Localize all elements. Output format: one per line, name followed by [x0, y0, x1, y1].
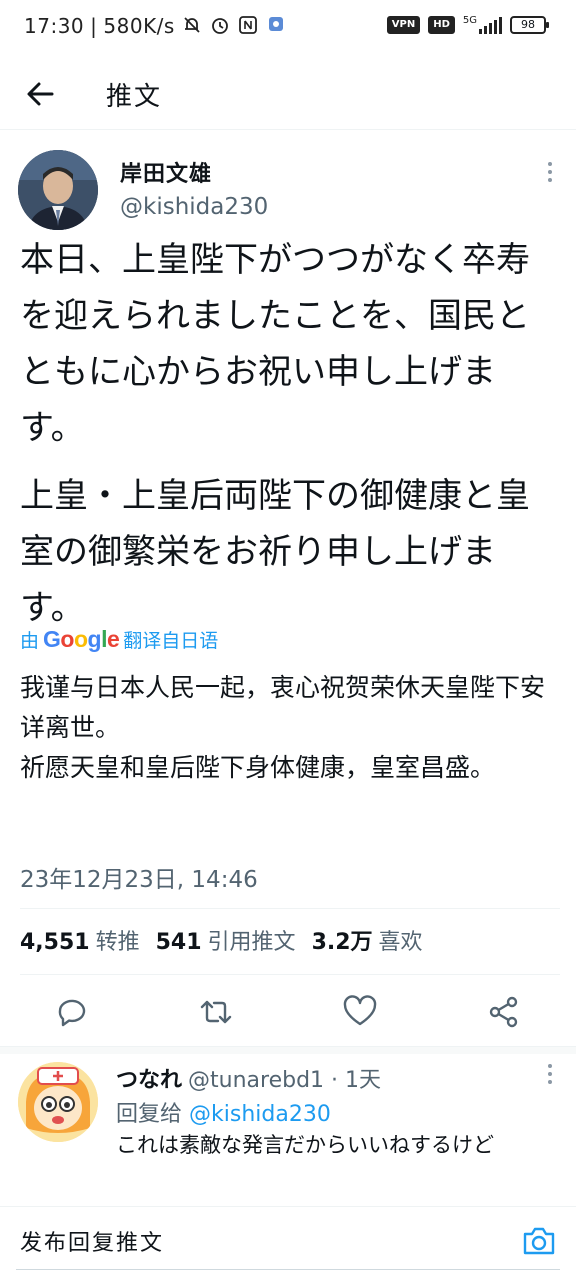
signal-icon: [479, 16, 502, 34]
battery-icon: 98: [510, 16, 549, 34]
quotes-label: 引用推文: [207, 930, 296, 955]
more-options-icon[interactable]: [546, 162, 554, 186]
divider: [20, 974, 560, 975]
tweet-actions: [0, 988, 576, 1036]
back-arrow-icon[interactable]: [22, 76, 62, 112]
reply-author-name[interactable]: つなれ: [116, 1068, 182, 1093]
translate-prefix: 由: [20, 630, 40, 652]
replying-to: 回复给 @kishida230: [116, 1096, 331, 1128]
google-logo: Google: [43, 626, 120, 652]
reply-author-handle[interactable]: @tunarebd1: [188, 1068, 324, 1093]
status-left: 17:30 | 580K/s: [24, 14, 287, 38]
battery-level: 98: [521, 18, 535, 31]
like-heart-icon[interactable]: [342, 994, 378, 1030]
retweet-icon[interactable]: [198, 994, 234, 1030]
reply-input[interactable]: 发布回复推文: [20, 1225, 164, 1257]
engagement-stats: 4,551 转推 541 引用推文 3.2万 喜欢: [20, 924, 423, 956]
retweets-label: 转推: [95, 930, 140, 955]
network-speed: 580K/s: [103, 14, 175, 38]
top-bar: 推文: [0, 56, 576, 130]
likes-label: 喜欢: [378, 930, 423, 955]
thread-separator: [0, 1046, 576, 1054]
share-icon[interactable]: [486, 994, 522, 1030]
retweets-count: 4,551: [20, 930, 90, 955]
author-name[interactable]: 岸田文雄: [120, 156, 212, 188]
tweet-paragraph: 上皇・上皇后両陛下の御健康と皇室の御繁栄をお祈り申し上げます。: [20, 476, 530, 628]
reply-compose-bar: 发布回复推文: [0, 1206, 576, 1280]
vpn-badge: VPN: [386, 16, 421, 34]
reply-header: つなれ @tunarebd1 · 1天: [116, 1062, 381, 1094]
replying-to-handle[interactable]: @kishida230: [189, 1102, 331, 1127]
author-handle[interactable]: @kishida230: [120, 194, 268, 220]
author-avatar[interactable]: [18, 150, 98, 230]
reply-more-options-icon[interactable]: [546, 1064, 554, 1088]
reply-icon[interactable]: [54, 994, 90, 1030]
likes-count: 3.2万: [311, 930, 373, 955]
hd-badge: HD: [428, 16, 455, 34]
mute-icon: [181, 15, 203, 37]
network-type: 5G: [462, 14, 477, 26]
tweet-timestamp[interactable]: 23年12月23日, 14:46: [20, 860, 258, 894]
reply-text: これは素敵な発言だからいいねするけど: [116, 1133, 494, 1157]
translation-paragraph: 我谨与日本人民一起，衷心祝贺荣休天皇陛下安详离世。: [20, 673, 546, 742]
likes-stat[interactable]: 3.2万 喜欢: [312, 924, 423, 956]
reply-avatar[interactable]: [18, 1062, 98, 1142]
reply-time: · 1天: [331, 1068, 382, 1093]
translate-attribution[interactable]: 由 Google 翻译自日语: [20, 626, 218, 653]
input-underline: [16, 1269, 560, 1270]
quotes-count: 541: [155, 930, 202, 955]
page-title: 推文: [106, 82, 163, 112]
replying-to-label: 回复给: [116, 1102, 183, 1127]
status-right: VPN HD 5G 98: [386, 14, 549, 34]
clock: 17:30: [24, 14, 85, 38]
status-separator: |: [90, 14, 98, 38]
quotes-stat[interactable]: 541 引用推文: [156, 924, 296, 956]
translated-text: 我谨与日本人民一起，衷心祝贺荣休天皇陛下安详离世。 祈愿天皇和皇后陛下身体健康，…: [20, 668, 556, 788]
tweet-body: 本日、上皇陛下がつつがなく卒寿を迎えられましたことを、国民とともに心からお祝い申…: [20, 232, 556, 648]
nfc-icon: [237, 15, 259, 37]
camera-icon[interactable]: [522, 1225, 558, 1259]
alarm-icon: [209, 15, 231, 37]
retweets-stat[interactable]: 4,551 转推: [20, 924, 140, 956]
status-bar: 17:30 | 580K/s VPN HD 5G 98: [0, 0, 576, 56]
translation-paragraph: 祈愿天皇和皇后陛下身体健康，皇室昌盛。: [20, 753, 496, 782]
app-notification-icon: [265, 15, 287, 37]
translate-suffix: 翻译自日语: [123, 630, 219, 652]
divider: [20, 908, 560, 909]
tweet-paragraph: 本日、上皇陛下がつつがなく卒寿を迎えられましたことを、国民とともに心からお祝い申…: [20, 240, 530, 448]
